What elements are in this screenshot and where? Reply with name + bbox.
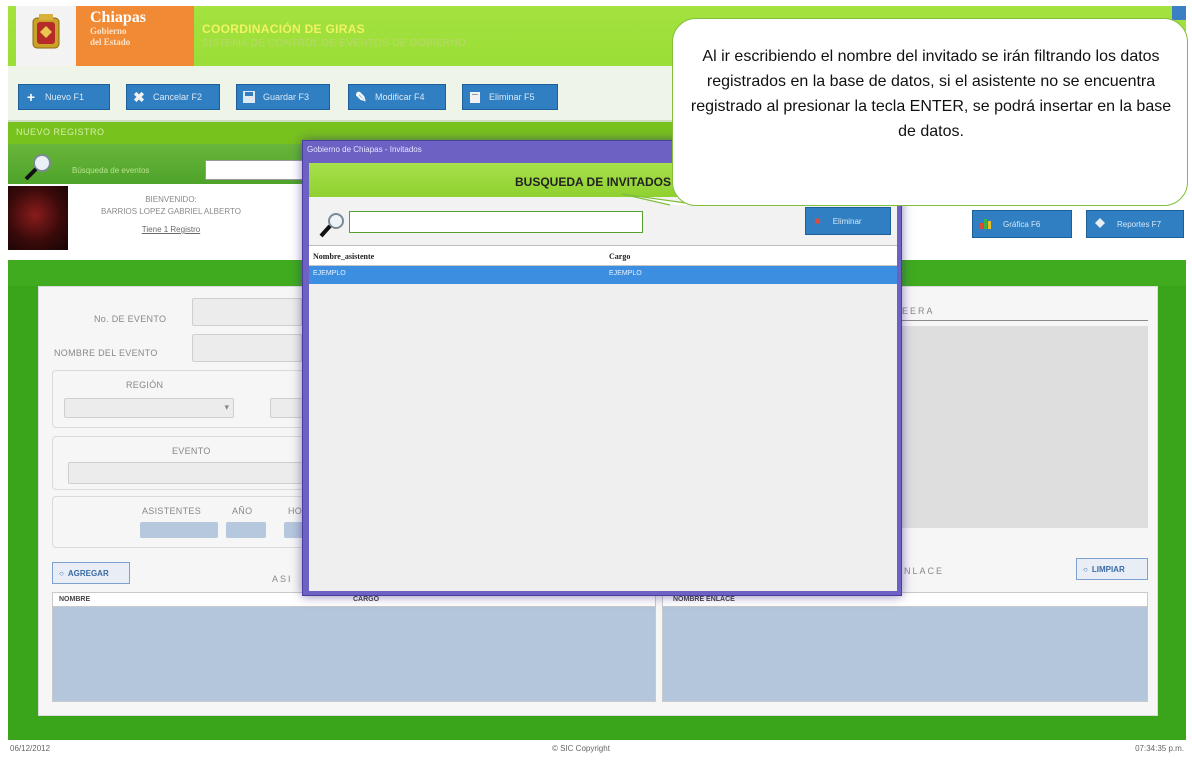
grafica-label: Gráfica F6 — [1003, 219, 1041, 229]
evento-label: EVENTO — [172, 446, 211, 456]
dialog-eliminar-label: Eliminar — [832, 216, 862, 226]
hora-input[interactable] — [284, 522, 304, 538]
enlace-section-label: NLACE — [904, 566, 945, 576]
app-window: Chiapas Gobierno del Estado COORDINACIÓN… — [0, 0, 1192, 760]
app-title: COORDINACIÓN DE GIRAS — [202, 22, 365, 36]
eliminar-button[interactable]: Eliminar F5 — [462, 84, 558, 110]
records-link[interactable]: Tiene 1 Registro — [76, 224, 266, 236]
dialog-search-icon — [317, 211, 349, 239]
col-nombre-asistente: Nombre_asistente — [313, 252, 375, 261]
brand-line3: del Estado — [90, 37, 131, 47]
anio-label: AÑO — [232, 506, 253, 516]
guardar-button[interactable]: Guardar F3 — [236, 84, 330, 110]
right-panel-title: EERA — [898, 306, 1148, 321]
brand-line2: Gobierno — [90, 26, 127, 36]
search-events-label: Búsqueda de eventos — [72, 166, 150, 175]
anio-input[interactable] — [226, 522, 266, 538]
agregar-button[interactable]: ○ AGREGAR — [52, 562, 130, 584]
brand-block: Chiapas Gobierno del Estado — [76, 6, 194, 66]
row-cargo: EJEMPLO — [609, 270, 642, 277]
plus-icon: + — [26, 89, 36, 105]
col-nombre: NOMBRE — [59, 596, 91, 603]
limpiar-button[interactable]: ○ LIMPIAR — [1076, 558, 1148, 580]
dialog-eliminar-button[interactable]: ✖ Eliminar — [805, 207, 891, 235]
invitados-grid-header: Nombre_asistente Cargo — [309, 246, 897, 266]
nuevo-button[interactable]: + Nuevo F1 — [18, 84, 110, 110]
modificar-button[interactable]: ✎ Modificar F4 — [348, 84, 446, 110]
eliminar-label: Eliminar F5 — [489, 92, 535, 102]
user-avatar — [8, 186, 68, 250]
nombre-evento-input[interactable] — [192, 334, 302, 362]
reportes-button[interactable]: Reportes F7 — [1086, 210, 1184, 238]
welcome-block: BIENVENIDO: BARRIOS LOPEZ GABRIEL ALBERT… — [76, 194, 266, 236]
asistentes-section-label: ASI — [272, 574, 293, 584]
dialog-title: Gobierno de Chiapas - Invitados — [307, 145, 422, 154]
search-events-input[interactable] — [205, 160, 310, 180]
status-bar: 06/12/2012 © SIC Copyright 07:34:35 p.m. — [8, 740, 1186, 760]
pencil-icon: ✎ — [355, 88, 367, 105]
num-evento-label: No. DE EVENTO — [94, 314, 167, 324]
invitados-grid[interactable]: Nombre_asistente Cargo EJEMPLO EJEMPLO — [309, 245, 897, 591]
col-nombre-enlace: NOMBRE ENLACE — [673, 596, 735, 603]
municipio-select[interactable] — [270, 398, 304, 418]
clear-icon: ○ — [1083, 564, 1088, 574]
invitado-search-input[interactable] — [349, 211, 643, 233]
cancelar-label: Cancelar F2 — [153, 92, 203, 102]
add-icon: ○ — [59, 568, 64, 578]
welcome-label: BIENVENIDO: — [145, 195, 197, 204]
user-menu-icon[interactable] — [1172, 6, 1186, 20]
asistentes-input[interactable] — [140, 522, 218, 538]
asistentes-label: ASISTENTES — [142, 506, 202, 516]
row-nombre: EJEMPLO — [313, 270, 346, 277]
footer-time: 07:34:35 p.m. — [1135, 744, 1184, 753]
asistentes-grid[interactable]: NOMBRE CARGO — [52, 592, 656, 702]
reportes-label: Reportes F7 — [1117, 219, 1162, 229]
cancelar-button[interactable]: ✖ Cancelar F2 — [126, 84, 220, 110]
guardar-label: Guardar F3 — [263, 92, 310, 102]
delete-icon: ✖ — [814, 216, 821, 226]
report-icon — [1093, 216, 1107, 232]
grafica-button[interactable]: Gráfica F6 — [972, 210, 1072, 238]
table-row[interactable]: EJEMPLO EJEMPLO — [309, 266, 897, 284]
col-cargo: CARGO — [353, 596, 380, 603]
save-icon — [241, 89, 257, 105]
brand-line1: Chiapas — [90, 9, 147, 26]
chevron-down-icon: ▾ — [224, 402, 229, 412]
x-icon: ✖ — [133, 88, 145, 105]
footer-date: 06/12/2012 — [10, 744, 51, 753]
nombre-evento-label: NOMBRE DEL EVENTO — [54, 348, 158, 358]
agregar-label: AGREGAR — [67, 568, 109, 578]
evento-input[interactable] — [68, 462, 304, 484]
state-emblem-logo — [16, 6, 76, 66]
app-subtitle: SISTEMA DE CONTROL DE EVENTOS DE GOBIERN… — [202, 38, 467, 49]
bar-chart-icon — [979, 216, 993, 232]
user-name: BARRIOS LOPEZ GABRIEL ALBERTO — [101, 207, 241, 216]
nuevo-label: Nuevo F1 — [45, 92, 85, 102]
num-evento-input[interactable] — [192, 298, 302, 326]
col-cargo-dialog: Cargo — [609, 252, 631, 261]
delete-icon — [467, 89, 483, 105]
region-label: REGIÓN — [126, 380, 164, 390]
footer-copyright: © SIC Copyright — [552, 744, 610, 753]
limpiar-label: LIMPIAR — [1091, 564, 1125, 574]
search-icon — [22, 152, 56, 182]
region-select[interactable]: ▾ — [64, 398, 234, 418]
hora-label: HO — [288, 506, 303, 516]
enlace-grid[interactable]: NOMBRE ENLACE — [662, 592, 1148, 702]
callout-text: Al ir escribiendo el nombre del invitado… — [690, 48, 1172, 140]
modificar-label: Modificar F4 — [375, 92, 425, 102]
right-panel-area — [898, 326, 1148, 528]
